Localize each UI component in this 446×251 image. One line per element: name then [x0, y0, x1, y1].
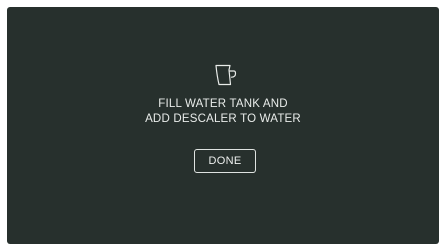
water-jug-icon [213, 64, 239, 86]
instruction-text: FILL WATER TANK AND ADD DESCALER TO WATE… [7, 97, 439, 127]
done-button[interactable]: DONE [194, 149, 256, 173]
instruction-line-1: FILL WATER TANK AND [158, 98, 288, 110]
descaling-prompt-screen: FILL WATER TANK AND ADD DESCALER TO WATE… [7, 7, 439, 244]
instruction-line-2: ADD DESCALER TO WATER [145, 113, 301, 125]
